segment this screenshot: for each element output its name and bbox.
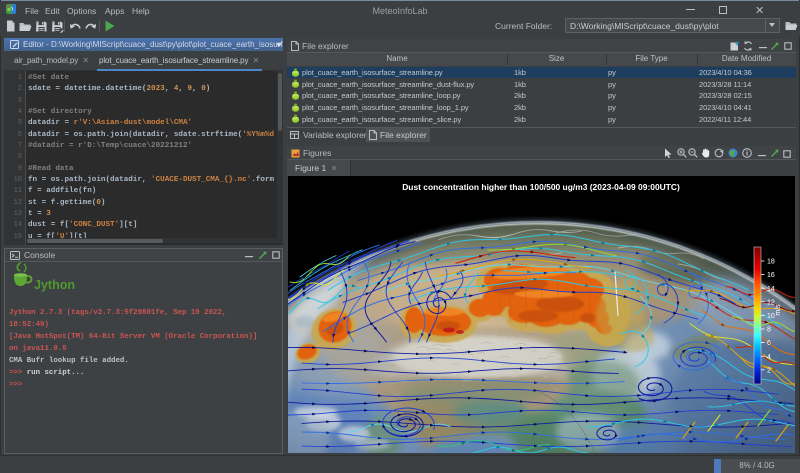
- svg-text:10: 10: [767, 313, 775, 320]
- svg-text:12: 12: [767, 299, 775, 306]
- svg-text:4: 4: [767, 354, 771, 361]
- svg-text:Dust concentration higher than: Dust concentration higher than 100/500 u…: [402, 182, 680, 192]
- svg-text:8: 8: [767, 327, 771, 334]
- svg-text:m/s: m/s: [775, 304, 782, 316]
- svg-text:14: 14: [767, 286, 775, 293]
- svg-text:6: 6: [767, 340, 771, 347]
- svg-text:16: 16: [767, 272, 775, 279]
- svg-text:18: 18: [767, 259, 775, 266]
- svg-text:2: 2: [767, 367, 771, 374]
